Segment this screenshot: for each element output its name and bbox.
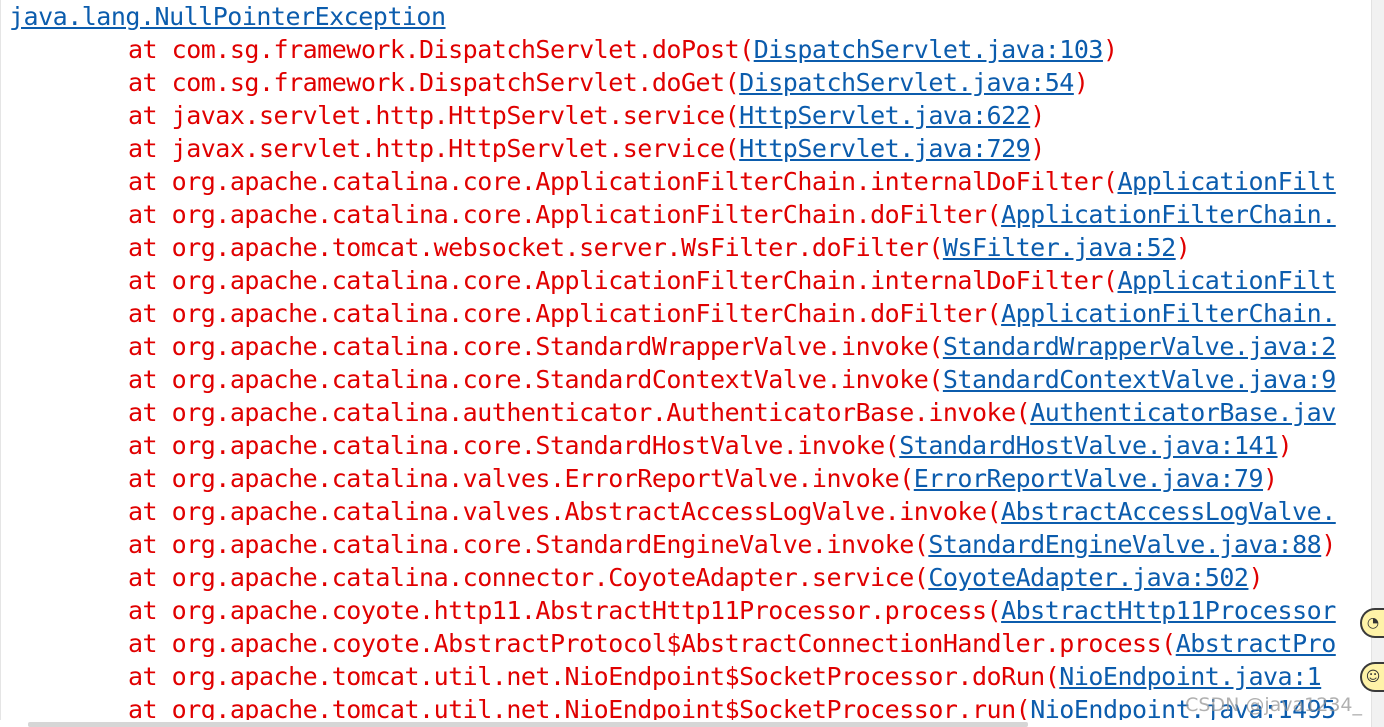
stack-frame-row: at org.apache.catalina.core.ApplicationF… xyxy=(128,264,1336,297)
stack-frame-row: at org.apache.catalina.core.ApplicationF… xyxy=(128,297,1336,330)
source-file-link[interactable]: AbstractPro xyxy=(1176,629,1337,658)
exception-link[interactable]: java.lang.NullPointerException xyxy=(9,0,446,33)
stack-frame-row: at javax.servlet.http.HttpServlet.servic… xyxy=(128,132,1045,165)
source-file-link[interactable]: ErrorReportValve.java:79 xyxy=(914,464,1264,493)
frame-close-paren: ) xyxy=(1248,563,1264,592)
watermark: CSDN @java1234_ xyxy=(1185,694,1362,716)
source-file-link[interactable]: AbstractAccessLogValve. xyxy=(1001,497,1336,526)
source-file-link[interactable]: AbstractHttp11Processor xyxy=(1001,596,1336,625)
frame-close-paren: ) xyxy=(1321,530,1336,559)
chat-bubble-icon[interactable]: ◔ xyxy=(1360,608,1384,638)
horizontal-scrollbar[interactable] xyxy=(28,722,1028,727)
stack-frame-row: at org.apache.catalina.core.StandardWrap… xyxy=(128,330,1336,363)
stack-frame-row: at com.sg.framework.DispatchServlet.doPo… xyxy=(128,33,1118,66)
frame-close-paren: ) xyxy=(1263,464,1278,493)
frame-method: at javax.servlet.http.HttpServlet.servic… xyxy=(128,101,740,130)
frame-method: at org.apache.catalina.core.ApplicationF… xyxy=(128,167,1118,196)
stack-frame-row: at org.apache.tomcat.websocket.server.Ws… xyxy=(128,231,1191,264)
frame-method: at org.apache.catalina.core.ApplicationF… xyxy=(128,299,1002,328)
stack-frame-row: at org.apache.catalina.valves.AbstractAc… xyxy=(128,495,1336,528)
stack-frame-row: at org.apache.catalina.core.ApplicationF… xyxy=(128,165,1336,198)
frame-close-paren: ) xyxy=(1175,233,1191,262)
source-file-link[interactable]: StandardContextValve.java:9 xyxy=(943,365,1336,394)
frame-method: at org.apache.catalina.valves.AbstractAc… xyxy=(128,497,1002,526)
source-file-link[interactable]: AuthenticatorBase.jav xyxy=(1030,398,1336,427)
frame-method: at org.apache.catalina.authenticator.Aut… xyxy=(128,398,1031,427)
frame-method: at org.apache.tomcat.websocket.server.Ws… xyxy=(128,233,943,262)
stack-frame-row: at org.apache.tomcat.util.net.NioEndpoin… xyxy=(128,660,1322,693)
source-file-link[interactable]: ApplicationFilt xyxy=(1118,266,1337,295)
frame-close-paren: ) xyxy=(1030,101,1045,130)
source-file-link[interactable]: DispatchServlet.java:103 xyxy=(754,35,1104,64)
stack-frame-row: at org.apache.catalina.core.ApplicationF… xyxy=(128,198,1336,231)
source-file-link[interactable]: StandardHostValve.java:141 xyxy=(899,431,1278,460)
stack-frame-row: at org.apache.coyote.http11.AbstractHttp… xyxy=(128,594,1336,627)
source-file-link[interactable]: HttpServlet.java:729 xyxy=(739,134,1031,163)
frame-method: at com.sg.framework.DispatchServlet.doPo… xyxy=(128,35,754,64)
source-file-link[interactable]: StandardEngineValve.java:88 xyxy=(928,530,1321,559)
smile-icon[interactable]: ☺ xyxy=(1360,662,1384,692)
stack-frame-row: at org.apache.catalina.core.StandardEngi… xyxy=(128,528,1336,561)
stack-trace-console: java.lang.NullPointerException at com.sg… xyxy=(0,0,1373,720)
source-file-link[interactable]: DispatchServlet.java:54 xyxy=(739,68,1074,97)
frame-method: at javax.servlet.http.HttpServlet.servic… xyxy=(128,134,740,163)
source-file-link[interactable]: StandardWrapperValve.java:2 xyxy=(943,332,1336,361)
frame-close-paren: ) xyxy=(1073,68,1089,97)
source-file-link[interactable]: ApplicationFilt xyxy=(1118,167,1337,196)
frame-method: at com.sg.framework.DispatchServlet.doGe… xyxy=(128,68,740,97)
frame-method: at org.apache.catalina.core.StandardWrap… xyxy=(128,332,943,361)
source-file-link[interactable]: WsFilter.java:52 xyxy=(943,233,1176,262)
stack-frame-row: at org.apache.tomcat.util.net.NioEndpoin… xyxy=(128,693,1336,720)
frame-method: at org.apache.catalina.core.StandardEngi… xyxy=(128,530,929,559)
stack-frame-row: at org.apache.catalina.core.StandardCont… xyxy=(128,363,1336,396)
frame-close-paren: ) xyxy=(1277,431,1293,460)
frame-method: at org.apache.catalina.core.ApplicationF… xyxy=(128,200,1002,229)
stack-frame-row: at javax.servlet.http.HttpServlet.servic… xyxy=(128,99,1045,132)
source-file-link[interactable]: ApplicationFilterChain. xyxy=(1001,299,1336,328)
frame-method: at org.apache.tomcat.util.net.NioEndpoin… xyxy=(128,695,1031,720)
source-file-link[interactable]: CoyoteAdapter.java:502 xyxy=(928,563,1249,592)
frame-method: at org.apache.coyote.AbstractProtocol$Ab… xyxy=(128,629,1176,658)
frame-method: at org.apache.coyote.http11.AbstractHttp… xyxy=(128,596,1002,625)
stack-frame-row: at org.apache.catalina.core.StandardHost… xyxy=(128,429,1293,462)
stack-frame-row: at org.apache.catalina.valves.ErrorRepor… xyxy=(128,462,1278,495)
source-file-link[interactable]: NioEndpoint.java:1 xyxy=(1059,662,1321,691)
frame-method: at org.apache.catalina.core.StandardCont… xyxy=(128,365,943,394)
frame-method: at org.apache.catalina.connector.CoyoteA… xyxy=(128,563,929,592)
frame-method: at org.apache.catalina.valves.ErrorRepor… xyxy=(128,464,914,493)
frame-method: at org.apache.tomcat.util.net.NioEndpoin… xyxy=(128,662,1060,691)
frame-method: at org.apache.catalina.core.ApplicationF… xyxy=(128,266,1118,295)
stack-frame-row: at org.apache.coyote.AbstractProtocol$Ab… xyxy=(128,627,1336,660)
frame-close-paren: ) xyxy=(1102,35,1118,64)
source-file-link[interactable]: HttpServlet.java:622 xyxy=(739,101,1031,130)
source-file-link[interactable]: ApplicationFilterChain. xyxy=(1001,200,1336,229)
stack-frame-row: at com.sg.framework.DispatchServlet.doGe… xyxy=(128,66,1089,99)
frame-method: at org.apache.catalina.core.StandardHost… xyxy=(128,431,900,460)
frame-close-paren: ) xyxy=(1030,134,1045,163)
stack-frame-row: at org.apache.catalina.authenticator.Aut… xyxy=(128,396,1336,429)
stack-frame-row: at org.apache.catalina.connector.CoyoteA… xyxy=(128,561,1264,594)
